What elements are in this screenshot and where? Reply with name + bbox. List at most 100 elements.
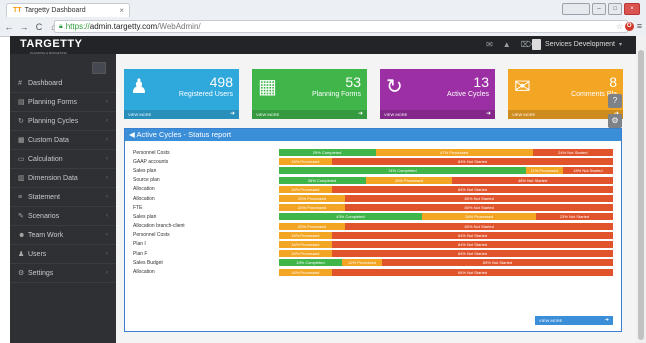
status-row: Plan F 16% Processed 84% Not Started: [133, 249, 613, 258]
sidebar-item-calculation[interactable]: ▭ Calculation ‹: [10, 150, 116, 169]
card-view-more-link[interactable]: VIEW MORE➜: [252, 110, 367, 119]
logo-text: TARGETTY: [20, 38, 83, 50]
scrollbar-thumb[interactable]: [638, 50, 644, 340]
sidebar-item-label: Dashboard: [28, 79, 63, 87]
reload-icon[interactable]: C: [33, 22, 45, 32]
cycle-name: Plan F: [133, 250, 148, 257]
progress-bar: 20% Processed 80% Not Started: [278, 222, 613, 230]
status-row: Plan I 16% Processed 84% Not Started: [133, 240, 613, 249]
sidebar-item-planning-forms[interactable]: ▤ Planning Forms ‹: [10, 93, 116, 112]
card-label: Planning Forms: [311, 91, 361, 98]
progress-segment-green: 29% Completed: [278, 149, 376, 157]
sidebar-item-dimension-data[interactable]: ▥ Dimension Data ‹: [10, 169, 116, 188]
logo[interactable]: TARGETTY PLANNING & BUDGETING: [20, 38, 83, 55]
card-icon: ✉: [514, 76, 531, 98]
user-menu[interactable]: Services Development ▾: [531, 39, 622, 50]
status-row: Allocation 16% Processed 84% Not Started: [133, 185, 613, 194]
sidebar-item-icon: ≡: [18, 193, 23, 201]
bookmark-star-icon[interactable]: ☆: [616, 22, 623, 31]
card-label: Registered Users: [178, 91, 233, 98]
progress-segment-red: 84% Not Started: [332, 158, 613, 166]
stat-card: ↻ 13 Active Cycles VIEW MORE ➜: [380, 69, 495, 119]
progress-segment-orange: 34% Processed: [422, 213, 537, 221]
sidebar-item-icon: ♟: [18, 251, 25, 258]
progress-bar: 20% Processed 80% Not Started: [278, 204, 613, 212]
scrollbar[interactable]: [636, 36, 646, 343]
cycle-name: GAAP accounts: [133, 158, 169, 165]
card-icon: ♟: [130, 76, 148, 98]
status-row: Sales plan 43% Completed 34% Processed 23% …: [133, 212, 613, 221]
url-host: admin.targetty.com: [89, 22, 158, 31]
sidebar-item-label: Custom Data: [28, 136, 69, 144]
sidebar-toggle-button[interactable]: [92, 62, 106, 74]
cycle-name: Allocation: [133, 195, 155, 202]
sidebar-item-custom-data[interactable]: ▦ Custom Data ‹: [10, 131, 116, 150]
progress-segment-orange: 16% Processed: [278, 231, 333, 239]
sidebar-item-dashboard[interactable]: # Dashboard: [10, 74, 116, 93]
chevron-left-icon: ‹: [106, 137, 108, 143]
progress-bar: 43% Completed 34% Processed 23% Not Starte…: [278, 213, 613, 221]
opera-icon[interactable]: O: [624, 21, 634, 31]
profile-button[interactable]: [562, 3, 590, 15]
view-more-button[interactable]: VIEW MORE ➜: [535, 316, 613, 325]
card-view-more-link[interactable]: VIEW MORE➜: [508, 110, 623, 119]
maximize-button[interactable]: □: [608, 3, 622, 15]
sidebar-item-label: Scenarios: [28, 212, 60, 220]
progress-segment-orange: 12% Processed: [342, 259, 383, 267]
card-link-label: VIEW MORE: [128, 112, 152, 117]
card-view-more-link[interactable]: VIEW MORE➜: [380, 110, 495, 119]
progress-segment-green: 74% Completed: [278, 167, 527, 175]
sidebar-item-label: Statement: [28, 193, 60, 201]
cycle-name: Sales plan: [133, 167, 157, 174]
help-icon[interactable]: ?: [608, 94, 622, 108]
back-icon[interactable]: ←: [3, 22, 15, 32]
sidebar-item-icon: ▥: [18, 175, 25, 182]
progress-segment-red: 80% Not Started: [345, 204, 613, 212]
address-bar[interactable]: 🔒︎ https:// admin.targetty.com /WebAdmin…: [54, 20, 628, 33]
mail-icon[interactable]: ✉: [486, 40, 493, 49]
sidebar-item-statement[interactable]: ≡ Statement ‹: [10, 188, 116, 207]
browser-menu-icon[interactable]: ≡: [637, 21, 642, 31]
sidebar-item-planning-cycles[interactable]: ↻ Planning Cycles ‹: [10, 112, 116, 131]
progress-bar: 19% Completed 12% Processed 69% Not Starte…: [278, 259, 613, 267]
arrow-right-icon: ➜: [485, 111, 491, 117]
chevron-left-icon: ‹: [106, 213, 108, 219]
cycle-name: Personnel Costs: [133, 149, 170, 156]
app-topbar: TARGETTY PLANNING & BUDGETING ✉ ▲ ⌦ Serv…: [10, 36, 636, 55]
window-close-button[interactable]: ×: [624, 3, 640, 15]
sidebar-item-icon: #: [18, 79, 22, 87]
cycle-name: Personnel Costs: [133, 232, 170, 239]
browser-tab[interactable]: TT Targetty Dashboard ×: [6, 3, 130, 17]
status-row: Allocation branch-client 20% Processed 80%…: [133, 222, 613, 231]
sidebar-item-team-work[interactable]: ☻ Team Work ‹: [10, 226, 116, 245]
settings-gear-icon[interactable]: ⚙: [608, 114, 622, 128]
lock-icon: 🔒︎: [59, 22, 63, 30]
progress-bar: 26% Completed 26% Processed 48% Not Starte…: [278, 176, 613, 184]
card-view-more-link[interactable]: VIEW MORE ➜: [124, 110, 239, 119]
progress-segment-green: 43% Completed: [278, 213, 423, 221]
card-icon: ▦: [258, 76, 277, 98]
sidebar-item-scenarios[interactable]: ✎ Scenarios ‹: [10, 207, 116, 226]
user-name: Services Development: [544, 41, 615, 48]
favicon-icon: TT: [13, 7, 22, 14]
cycle-name: Allocation: [133, 186, 155, 193]
close-tab-icon[interactable]: ×: [119, 6, 124, 15]
cycle-name: Allocation: [133, 269, 155, 276]
chevron-left-icon: ‹: [106, 194, 108, 200]
progress-bar: 29% Completed 47% Processed 24% Not Starte…: [278, 149, 613, 157]
warning-icon[interactable]: ▲: [503, 40, 511, 49]
stat-card: ▦ 53 Planning Forms VIEW MORE ➜: [252, 69, 367, 119]
arrow-right-icon: ➜: [229, 111, 235, 117]
status-row: Sales plan 74% Completed 11% Processed 15% …: [133, 166, 613, 175]
forward-icon[interactable]: →: [18, 22, 30, 32]
progress-segment-red: 80% Not Started: [345, 195, 613, 203]
minimize-button[interactable]: –: [592, 3, 606, 15]
tag-icon[interactable]: ⌦: [521, 40, 532, 49]
sidebar-item-label: Settings: [28, 269, 54, 277]
progress-segment-red: 48% Not Started: [452, 176, 613, 184]
progress-bar: 20% Processed 80% Not Started: [278, 195, 613, 203]
tab-title: Targetty Dashboard: [24, 7, 86, 14]
sidebar-item-users[interactable]: ♟ Users ‹: [10, 245, 116, 264]
sidebar-item-settings[interactable]: ⚙ Settings ‹: [10, 264, 116, 283]
status-row: Source plan 26% Completed 26% Processed 48%…: [133, 176, 613, 185]
